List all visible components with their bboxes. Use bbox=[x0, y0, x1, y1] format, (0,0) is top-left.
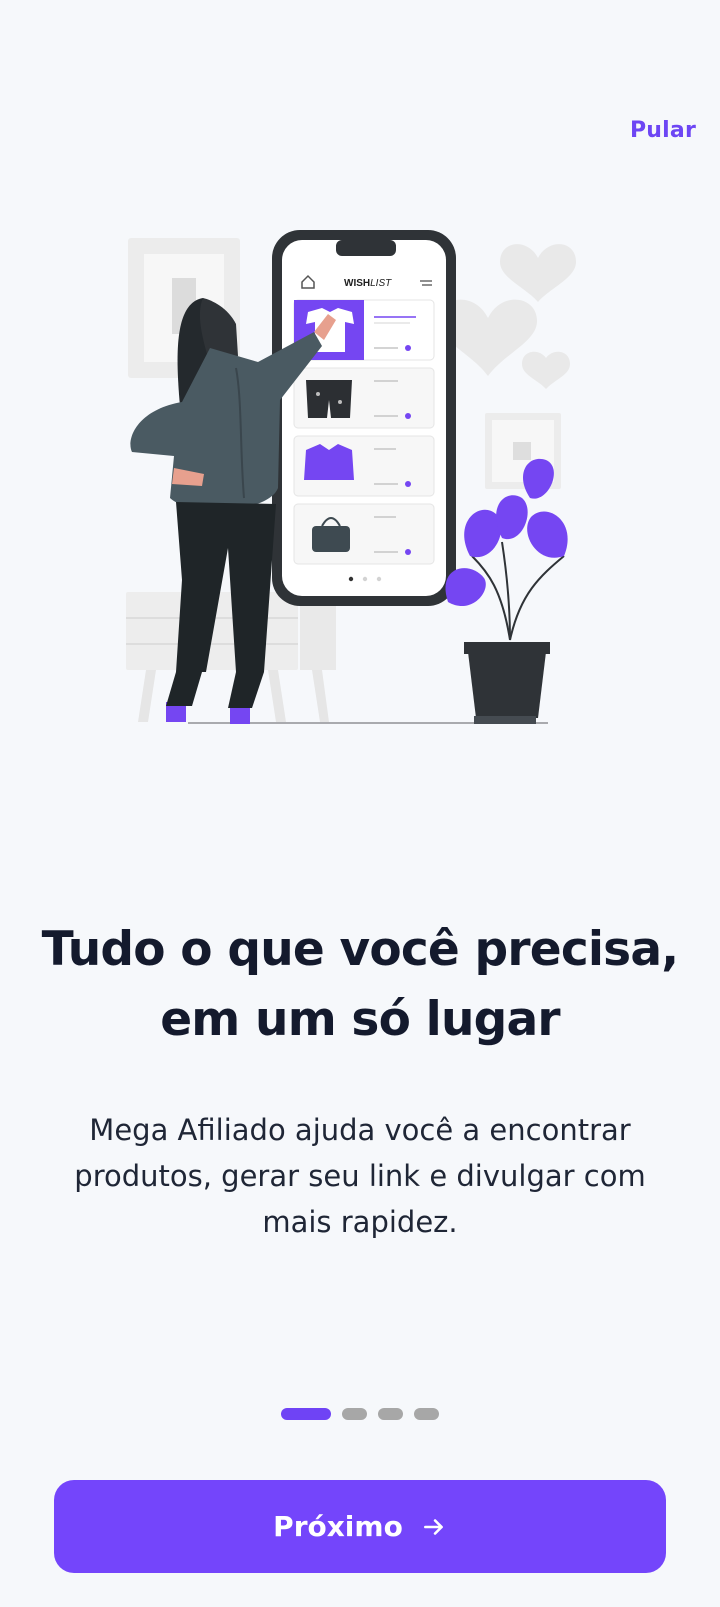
pagination-dot bbox=[414, 1408, 439, 1420]
onboarding-description: Mega Afiliado ajuda você a encontrar pro… bbox=[74, 1113, 646, 1239]
skip-button[interactable]: Pular bbox=[630, 118, 696, 143]
onboarding-illustration: WISHLIST bbox=[126, 230, 576, 724]
illustration-brand-prefix: WISH bbox=[344, 278, 370, 289]
illustration-brand-suffix: LIST bbox=[370, 278, 392, 289]
onboarding-title: Tudo o que você precisa, em um só lugar bbox=[41, 922, 680, 1047]
next-button[interactable]: Próximo bbox=[54, 1480, 666, 1573]
arrow-right-icon bbox=[421, 1514, 447, 1540]
pagination-dots bbox=[0, 1408, 720, 1420]
next-button-label: Próximo bbox=[273, 1510, 403, 1543]
pagination-dot bbox=[342, 1408, 367, 1420]
pagination-dot bbox=[378, 1408, 403, 1420]
pagination-dot-active bbox=[281, 1408, 331, 1420]
svg-text:WISHLIST: WISHLIST bbox=[344, 278, 392, 289]
